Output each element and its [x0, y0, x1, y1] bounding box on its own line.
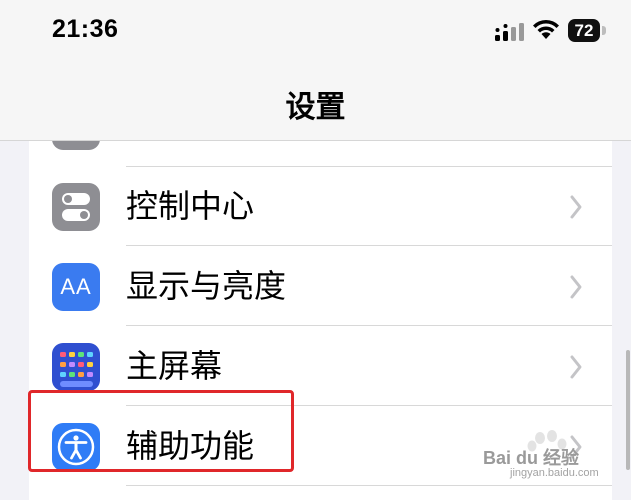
wifi-icon: [533, 19, 559, 39]
scroll-indicator[interactable]: [626, 350, 630, 470]
chevron-right-icon: [570, 355, 582, 379]
divider: [126, 485, 612, 486]
navigation-bar: 设置: [0, 62, 631, 141]
chevron-right-icon: [570, 195, 582, 219]
status-time: 21:36: [52, 15, 119, 43]
highlight-box: [28, 390, 294, 472]
battery-cap: [602, 26, 606, 35]
control-center-icon: [52, 183, 100, 231]
page-title: 设置: [285, 90, 346, 125]
settings-item-label: 显示与亮度: [126, 267, 287, 305]
display-brightness-icon: AA: [52, 263, 100, 311]
settings-item-control-center[interactable]: 控制中心: [29, 166, 612, 246]
watermark-url: jingyan.baidu.com: [510, 467, 599, 479]
home-screen-icon: [52, 343, 100, 391]
status-bar: 21:36 72: [0, 0, 631, 62]
battery-level: 72: [568, 19, 600, 42]
partial-item-icon: [52, 141, 100, 168]
display-icon-text: AA: [60, 274, 92, 299]
settings-item-label: 控制中心: [126, 187, 255, 225]
settings-item-display-brightness[interactable]: AA 显示与亮度: [29, 246, 612, 326]
cellular-signal-icon: [495, 23, 524, 41]
battery-icon: 72: [568, 19, 608, 43]
settings-item-partial[interactable]: [29, 141, 612, 168]
settings-item-label: 主屏幕: [126, 347, 223, 385]
chevron-right-icon: [570, 275, 582, 299]
